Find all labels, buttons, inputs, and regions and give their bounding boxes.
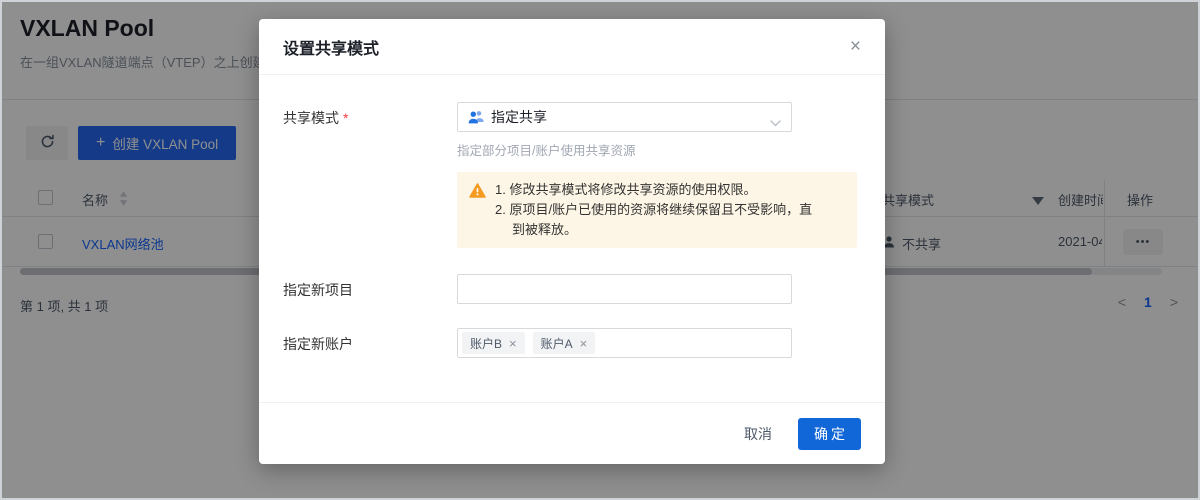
remove-tag-icon[interactable]: × xyxy=(509,337,517,350)
new-project-input[interactable] xyxy=(457,274,792,304)
warning-line-2: 2. 原项目/账户已使用的资源将继续保留且不受影响，直到被释放。 xyxy=(495,200,813,240)
share-mode-label-text: 共享模式 xyxy=(283,110,339,126)
dialog-footer: 取消 确定 xyxy=(259,402,885,464)
warning-line-1: 1. 修改共享模式将修改共享资源的使用权限。 xyxy=(495,180,813,200)
share-mode-label: 共享模式* xyxy=(283,102,457,248)
remove-tag-icon[interactable]: × xyxy=(580,337,588,350)
confirm-button[interactable]: 确定 xyxy=(798,418,861,450)
people-icon xyxy=(468,110,484,124)
new-account-label: 指定新账户 xyxy=(283,328,457,358)
share-mode-dialog: 设置共享模式 × 共享模式* 指定共享 xyxy=(259,19,885,464)
new-project-field: 指定新项目 xyxy=(283,274,857,304)
account-tag-label: 账户A xyxy=(541,335,573,352)
dialog-header: 设置共享模式 × xyxy=(259,19,885,75)
share-mode-value: 指定共享 xyxy=(491,107,547,127)
cancel-button[interactable]: 取消 xyxy=(744,424,772,444)
share-mode-select[interactable]: 指定共享 xyxy=(457,102,792,132)
chevron-down-icon xyxy=(770,114,781,132)
new-account-input[interactable]: 账户B × 账户A × xyxy=(457,328,792,358)
close-icon[interactable]: × xyxy=(846,33,865,60)
dialog-body: 共享模式* 指定共享 指定部分项目/账户使用共享资源 xyxy=(259,75,885,358)
app-window: VXLAN Pool 在一组VXLAN隧道端点（VTEP）之上创建的 + 创建 … xyxy=(0,0,1200,500)
warning-icon xyxy=(469,183,486,198)
new-account-field: 指定新账户 账户B × 账户A × xyxy=(283,328,857,358)
required-asterisk: * xyxy=(343,110,348,126)
warning-text: 1. 修改共享模式将修改共享资源的使用权限。 2. 原项目/账户已使用的资源将继… xyxy=(495,180,813,240)
share-mode-field: 共享模式* 指定共享 指定部分项目/账户使用共享资源 xyxy=(283,102,857,248)
account-tag: 账户A × xyxy=(533,332,596,354)
share-mode-helper: 指定部分项目/账户使用共享资源 xyxy=(457,140,857,159)
warning-alert: 1. 修改共享模式将修改共享资源的使用权限。 2. 原项目/账户已使用的资源将继… xyxy=(457,172,857,248)
dialog-title: 设置共享模式 xyxy=(283,35,379,59)
account-tag: 账户B × xyxy=(462,332,525,354)
account-tag-label: 账户B xyxy=(470,335,502,352)
new-project-label: 指定新项目 xyxy=(283,274,457,304)
